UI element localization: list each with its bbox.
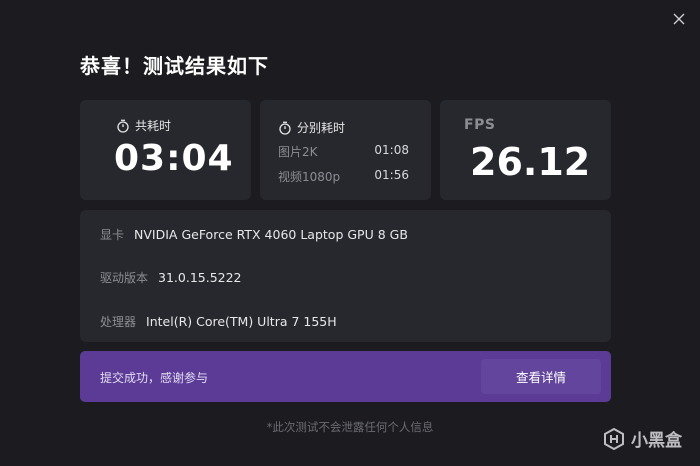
- stopwatch-icon: [279, 121, 291, 135]
- privacy-footnote: *此次测试不会泄露任何个人信息: [266, 420, 434, 434]
- submit-message: 提交成功，感谢参与: [100, 371, 209, 385]
- close-icon: [673, 13, 685, 25]
- gpu-value: NVIDIA GeForce RTX 4060 Laptop GPU 8 GB: [134, 227, 408, 242]
- submit-status-bar: 提交成功，感谢参与 查看详情: [80, 351, 611, 402]
- driver-label: 驱动版本: [100, 271, 149, 285]
- total-time-value: 03:04: [114, 138, 234, 179]
- cpu-label: 处理器: [100, 315, 137, 329]
- total-time-label: 共耗时: [135, 119, 172, 133]
- heybox-logo-icon: [604, 427, 624, 450]
- stopwatch-icon: [117, 119, 129, 133]
- view-details-button[interactable]: 查看详情: [481, 359, 601, 394]
- hardware-info-card: 显卡 NVIDIA GeForce RTX 4060 Laptop GPU 8 …: [80, 210, 611, 342]
- fps-value: 26.12: [470, 140, 591, 184]
- total-time-card: 共耗时 03:04: [80, 100, 251, 200]
- driver-value: 31.0.15.5222: [158, 270, 242, 285]
- split-row-value: 01:08: [374, 143, 409, 157]
- gpu-label: 显卡: [100, 228, 125, 242]
- split-time-label: 分别耗时: [297, 121, 346, 135]
- watermark: 小黑盒: [603, 426, 682, 451]
- fps-label: FPS: [464, 117, 496, 133]
- total-time-header: 共耗时: [116, 117, 171, 134]
- split-row-name: 图片2K: [278, 145, 318, 159]
- fps-card: FPS 26.12: [440, 100, 611, 200]
- split-row-image: 图片2K 01:08: [278, 143, 409, 160]
- driver-row: 驱动版本 31.0.15.5222: [100, 269, 242, 286]
- close-button[interactable]: [668, 8, 690, 30]
- page-title: 恭喜！测试结果如下: [80, 54, 269, 78]
- cpu-value: Intel(R) Core(TM) Ultra 7 155H: [146, 314, 337, 329]
- split-row-value: 01:56: [374, 168, 409, 182]
- split-row-video: 视频1080p 01:56: [278, 168, 409, 185]
- split-row-name: 视频1080p: [278, 170, 341, 184]
- watermark-text: 小黑盒: [631, 431, 682, 451]
- gpu-row: 显卡 NVIDIA GeForce RTX 4060 Laptop GPU 8 …: [100, 226, 408, 243]
- split-time-header: 分别耗时: [278, 119, 345, 136]
- split-time-card: 分别耗时 图片2K 01:08 视频1080p 01:56: [260, 100, 431, 200]
- cpu-row: 处理器 Intel(R) Core(TM) Ultra 7 155H: [100, 313, 337, 330]
